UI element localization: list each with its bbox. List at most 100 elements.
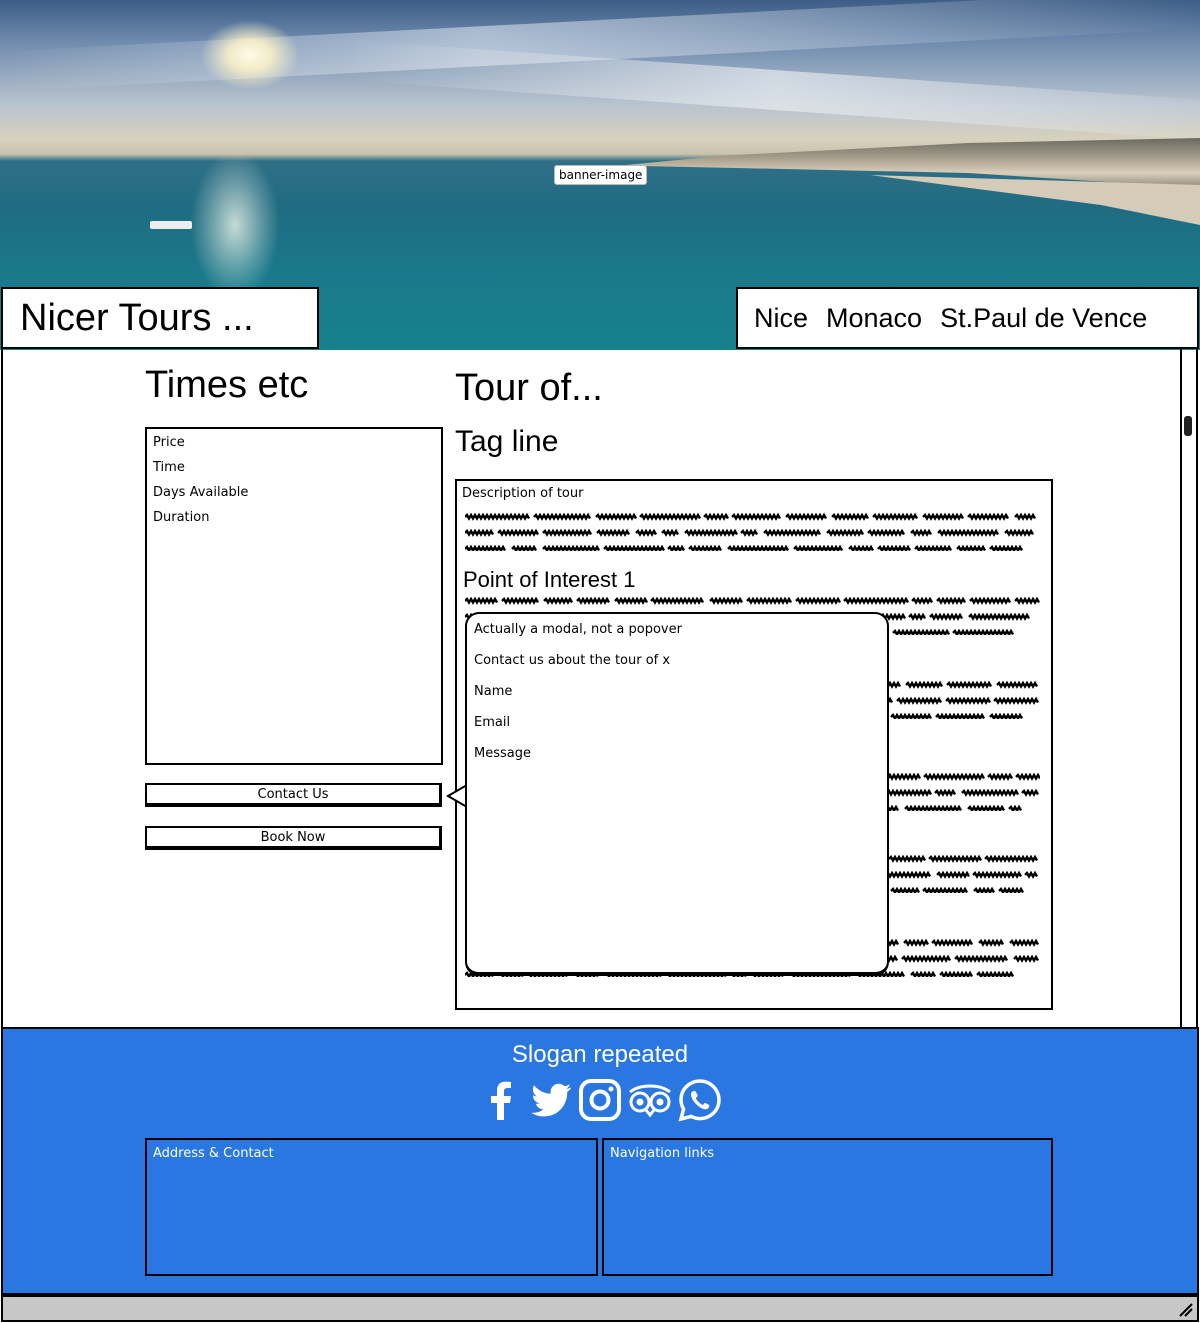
scribble-word xyxy=(1004,528,1035,537)
scribble-word xyxy=(936,596,967,605)
scribble-word xyxy=(843,596,910,605)
scribble-word xyxy=(826,528,865,537)
scribble-word xyxy=(831,512,870,521)
scribble-word xyxy=(1021,788,1040,797)
scribble-word xyxy=(931,938,974,947)
banner-town xyxy=(620,138,1200,188)
banner-sun-reflection xyxy=(190,150,280,300)
scribble-word xyxy=(533,512,592,521)
scribble-word xyxy=(993,696,1040,705)
name-field[interactable]: Name xyxy=(474,676,880,707)
nav-link-monaco[interactable]: Monaco xyxy=(826,303,922,333)
modal-note: Actually a modal, not a popover xyxy=(474,622,682,637)
whatsapp-icon[interactable] xyxy=(678,1078,722,1122)
message-field[interactable]: Message xyxy=(474,738,880,769)
scribble-word xyxy=(910,970,937,977)
scribble-word xyxy=(1014,512,1037,521)
scribble-word xyxy=(973,886,996,893)
scribble-word xyxy=(1024,870,1039,879)
scribble-word xyxy=(1014,596,1040,605)
scribble-word xyxy=(967,804,1006,811)
banner-image-label: banner-image xyxy=(554,165,648,185)
tripadvisor-icon[interactable] xyxy=(626,1078,674,1122)
scribble-word xyxy=(967,512,1010,521)
scribble-word xyxy=(939,970,974,977)
scribble-word xyxy=(903,938,930,947)
scribble-word xyxy=(910,528,933,537)
scribble-word xyxy=(727,544,790,551)
scribble-word xyxy=(989,544,1024,551)
point-of-interest-heading: Point of Interest 1 xyxy=(463,567,636,592)
scribble-word xyxy=(890,886,921,893)
scribble-word xyxy=(904,804,963,811)
tagline: Tag line xyxy=(455,425,559,458)
scribble-word xyxy=(923,772,986,781)
scribble-word xyxy=(501,596,540,605)
contact-modal[interactable]: Actually a modal, not a popover Contact … xyxy=(465,612,889,976)
description-label: Description of tour xyxy=(462,486,584,501)
scribble-word xyxy=(684,528,739,537)
scribble-word xyxy=(667,544,686,551)
scribble-word xyxy=(911,596,934,605)
scribble-word xyxy=(596,528,631,537)
scribble-word xyxy=(795,596,842,605)
scribble-word xyxy=(914,544,953,551)
scribble-word xyxy=(709,596,744,605)
banner-boat xyxy=(150,221,192,229)
scribble-word xyxy=(896,696,943,705)
scribble-word xyxy=(1015,772,1040,781)
facebook-icon[interactable] xyxy=(480,1078,524,1122)
scribble-word xyxy=(937,528,1000,537)
book-now-button[interactable]: Book Now xyxy=(145,826,442,850)
scribble-word xyxy=(976,970,1015,977)
scribble-word xyxy=(961,788,1020,797)
scribble-word xyxy=(595,512,638,521)
scribble-word xyxy=(614,596,649,605)
tour-info-panel: Price Time Days Available Duration xyxy=(145,427,443,765)
scribble-word xyxy=(987,772,1014,781)
site-logo[interactable]: Nicer Tours ... xyxy=(1,287,319,349)
social-links xyxy=(480,1078,725,1124)
scribble-word xyxy=(929,612,964,621)
scribble-word xyxy=(763,528,822,537)
info-duration: Duration xyxy=(153,510,210,525)
scribble-word xyxy=(892,628,951,635)
scribble-word xyxy=(639,512,702,521)
resize-grip-icon[interactable] xyxy=(1176,1300,1194,1318)
scribble-word xyxy=(908,612,927,621)
scribble-word xyxy=(603,544,666,551)
top-navigation: Nice Monaco St.Paul de Vence xyxy=(736,287,1199,349)
scribble-word xyxy=(872,512,919,521)
scribble-word xyxy=(1009,938,1040,947)
contact-us-button[interactable]: Contact Us xyxy=(145,783,442,807)
scribble-word xyxy=(542,544,601,551)
nav-link-st-paul-de-vence[interactable]: St.Paul de Vence xyxy=(940,303,1147,333)
twitter-icon[interactable] xyxy=(529,1078,573,1122)
scribble-word xyxy=(956,544,987,551)
scribble-word xyxy=(881,870,932,879)
scribble-word xyxy=(905,680,944,689)
scribble-word xyxy=(978,938,1005,947)
scribble-word xyxy=(901,954,952,963)
banner-sun xyxy=(200,20,300,90)
scribble-word xyxy=(688,544,723,551)
scribble-word xyxy=(952,628,1015,635)
scribble-word xyxy=(746,596,793,605)
placeholder-text xyxy=(465,512,1037,551)
scribble-word xyxy=(969,596,1012,605)
scribble-word xyxy=(1008,804,1023,811)
scribble-word xyxy=(936,870,971,879)
instagram-icon[interactable] xyxy=(578,1078,622,1122)
scrollbar[interactable] xyxy=(1180,349,1198,1029)
footer-navigation-links: Navigation links xyxy=(602,1138,1053,1276)
nav-link-nice[interactable]: Nice xyxy=(754,303,808,333)
scribble-word xyxy=(731,512,782,521)
scribble-word xyxy=(934,788,957,797)
scribble-word xyxy=(542,528,593,537)
scrollbar-thumb[interactable] xyxy=(1184,416,1192,436)
scribble-word xyxy=(465,544,507,551)
email-field[interactable]: Email xyxy=(474,707,880,738)
scribble-word xyxy=(998,886,1025,893)
scribble-word xyxy=(984,854,1039,863)
footer-address-contact: Address & Contact xyxy=(145,1138,598,1276)
